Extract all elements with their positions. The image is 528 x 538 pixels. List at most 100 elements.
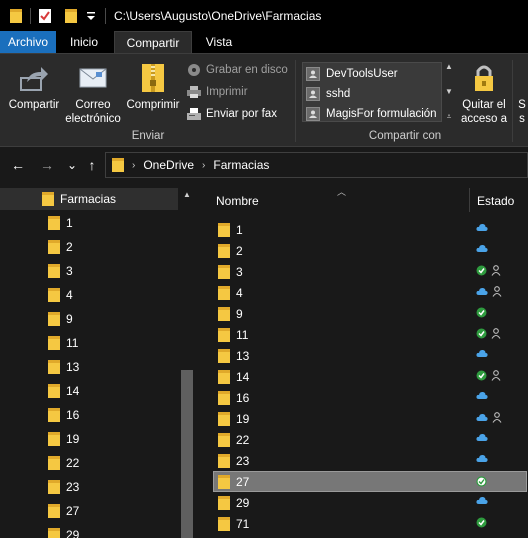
file-row[interactable]: 3: [214, 261, 528, 282]
breadcrumb-onedrive[interactable]: OneDrive: [143, 158, 194, 172]
file-name: 16: [236, 390, 250, 405]
tab-home[interactable]: Inicio: [60, 31, 108, 53]
sync-status: [476, 223, 492, 232]
scrollbar-thumb[interactable]: [181, 370, 193, 538]
stop-sharing-label-1: Quitar el: [462, 99, 506, 111]
zip-button[interactable]: Comprimir: [124, 62, 182, 112]
file-row[interactable]: 19: [214, 408, 528, 429]
nav-item[interactable]: 14: [48, 379, 79, 403]
fax-button[interactable]: Enviar por fax: [186, 106, 277, 122]
user-icon: [306, 107, 320, 121]
folder-icon: [48, 527, 60, 538]
chevron-right-icon[interactable]: ›: [132, 160, 135, 171]
share-with-name: DevToolsUser: [326, 68, 398, 80]
sync-status: [476, 370, 505, 381]
nav-item[interactable]: 2: [48, 235, 73, 259]
advanced-security-button[interactable]: S s: [516, 98, 528, 126]
nav-item[interactable]: 23: [48, 475, 79, 499]
expand-icon[interactable]: ⩡: [447, 112, 452, 122]
scroll-up-icon[interactable]: ▲: [445, 62, 453, 71]
zip-button-label: Comprimir: [126, 99, 180, 111]
breadcrumb-farmacias[interactable]: Farmacias: [213, 158, 269, 172]
file-row[interactable]: 71: [214, 513, 528, 534]
nav-item[interactable]: 19: [48, 427, 79, 451]
file-row[interactable]: 27: [213, 471, 527, 492]
column-divider[interactable]: [469, 188, 470, 212]
nav-item[interactable]: 9: [48, 307, 73, 331]
share-button[interactable]: Compartir: [6, 62, 62, 112]
file-row[interactable]: 29: [214, 492, 528, 513]
file-row[interactable]: 9: [214, 303, 528, 324]
file-row[interactable]: 14: [214, 366, 528, 387]
lock-icon: [467, 62, 501, 94]
nav-item-farmacias[interactable]: Farmacias: [0, 188, 178, 210]
nav-item[interactable]: 13: [48, 355, 79, 379]
share-with-item[interactable]: MagisFor formulación: [303, 104, 441, 124]
tab-share[interactable]: Compartir: [114, 31, 192, 54]
up-button[interactable]: ↑: [83, 156, 101, 174]
address-bar[interactable]: › OneDrive › Farmacias: [105, 152, 528, 178]
sync-status: [476, 433, 492, 442]
file-row[interactable]: 4: [214, 282, 528, 303]
file-row[interactable]: 2: [214, 240, 528, 261]
nav-item[interactable]: 3: [48, 259, 73, 283]
email-button[interactable]: Correo electrónico: [62, 62, 124, 126]
burn-disc-button[interactable]: Grabar en disco: [186, 62, 288, 78]
nav-item-label: Farmacias: [60, 192, 117, 206]
properties-icon[interactable]: [35, 6, 55, 26]
folder-icon: [218, 495, 230, 511]
column-headers: ︿ Nombre Estado: [196, 184, 528, 214]
email-button-label-2: electrónico: [65, 113, 121, 125]
customize-quick-access-icon[interactable]: [81, 6, 101, 26]
file-name: 13: [236, 348, 250, 363]
nav-item[interactable]: 22: [48, 451, 79, 475]
nav-item[interactable]: 11: [48, 331, 78, 355]
email-button-label-1: Correo: [75, 99, 111, 111]
file-row[interactable]: 11: [214, 324, 528, 345]
nav-item[interactable]: 16: [48, 403, 79, 427]
share-with-name: sshd: [326, 88, 351, 100]
separator: [30, 7, 31, 24]
file-row[interactable]: 22: [214, 429, 528, 450]
nav-item-label: 11: [66, 336, 79, 350]
folder-icon: [48, 479, 60, 495]
file-row[interactable]: 16: [214, 387, 528, 408]
navigation-pane-scrollbar[interactable]: ▲: [178, 184, 196, 538]
window-title: C:\Users\Augusto\OneDrive\Farmacias: [114, 8, 322, 23]
file-name: 3: [236, 264, 243, 279]
scroll-up-icon[interactable]: ▲: [178, 190, 196, 199]
cloud-icon: [476, 496, 488, 505]
scroll-down-icon[interactable]: ▼: [445, 87, 453, 96]
nav-item[interactable]: 4: [48, 283, 73, 307]
file-name: 2: [236, 243, 243, 258]
navigation-bar: ← → ⌄ ↑ › OneDrive › Farmacias: [0, 147, 528, 184]
forward-button[interactable]: →: [38, 156, 56, 174]
column-header-name[interactable]: Nombre: [216, 194, 259, 208]
chevron-right-icon[interactable]: ›: [202, 160, 205, 171]
share-with-item[interactable]: sshd: [303, 84, 441, 104]
nav-item[interactable]: 1: [48, 211, 73, 235]
new-folder-icon[interactable]: [61, 6, 81, 26]
share-with-item[interactable]: DevToolsUser: [303, 64, 441, 84]
nav-item-label: 16: [66, 408, 80, 422]
stop-sharing-button[interactable]: Quitar el acceso a: [458, 62, 510, 126]
group-separator: [512, 60, 513, 142]
synced-check-icon: [476, 307, 487, 318]
file-name: 27: [236, 474, 250, 489]
printer-icon: [186, 84, 202, 100]
back-button[interactable]: ←: [9, 156, 27, 174]
share-with-list[interactable]: DevToolsUser sshd MagisFor formulación: [302, 62, 442, 122]
column-header-state[interactable]: Estado: [477, 194, 514, 208]
print-button[interactable]: Imprimir: [186, 84, 248, 100]
file-row[interactable]: 13: [214, 345, 528, 366]
recent-locations-button[interactable]: ⌄: [63, 156, 81, 174]
tab-file[interactable]: Archivo: [0, 31, 56, 53]
burn-disc-label: Grabar en disco: [206, 64, 288, 76]
advanced-security-label-2: s: [519, 113, 525, 125]
file-row[interactable]: 23: [214, 450, 528, 471]
file-row[interactable]: 1: [214, 219, 528, 240]
tab-view[interactable]: Vista: [196, 31, 242, 53]
nav-item[interactable]: 29: [48, 523, 79, 538]
nav-item[interactable]: 27: [48, 499, 79, 523]
share-list-scroll[interactable]: ▲ ▼ ⩡: [443, 62, 455, 122]
